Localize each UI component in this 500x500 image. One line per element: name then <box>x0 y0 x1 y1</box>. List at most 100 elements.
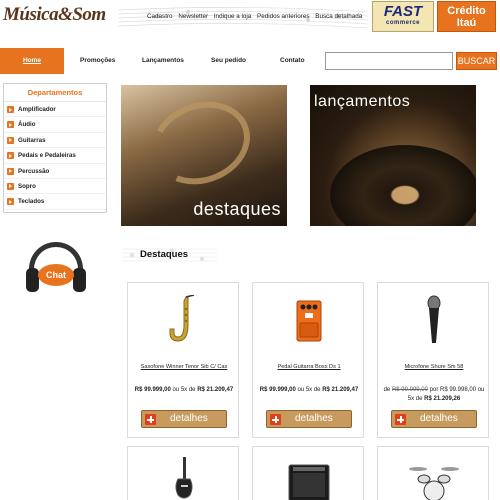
music-staff-decoration <box>118 7 368 29</box>
fast-badge-subtitle: commerce <box>385 20 421 26</box>
sidebar-item-audio[interactable]: Áudio <box>4 117 106 133</box>
search-input[interactable] <box>325 52 453 70</box>
banner-lancamentos-label: lançamentos <box>314 93 411 110</box>
nav-promocoes[interactable]: Promoções <box>80 48 115 74</box>
product-image[interactable] <box>378 463 490 500</box>
arrow-right-icon <box>7 198 14 206</box>
product-image[interactable] <box>253 295 365 345</box>
product-installments-text: ou <box>477 387 485 393</box>
fast-badge-title: FAST <box>383 3 423 20</box>
sidebar-item-guitarras[interactable]: Guitarras <box>4 133 106 149</box>
sidebar-title: Departamentos <box>4 84 106 102</box>
nav-lancamentos[interactable]: Lançamentos <box>142 48 184 74</box>
product-installments-text: ou 5x de <box>297 387 321 393</box>
product-price-value: R$ 99.999,00 <box>259 387 296 393</box>
product-price-value: R$ 99.999,00 <box>134 387 171 393</box>
sidebar-item-label: Áudio <box>18 121 36 129</box>
details-button[interactable]: detalhes <box>266 410 352 428</box>
link-cadastro[interactable]: Cadastro <box>147 13 173 20</box>
arrow-right-icon <box>7 152 14 160</box>
logo[interactable]: Música&Som <box>3 4 111 30</box>
drum-kit-icon <box>409 467 459 500</box>
product-image[interactable] <box>128 295 240 347</box>
product-card <box>377 446 489 500</box>
arrow-right-icon <box>7 106 14 113</box>
sidebar-item-percussao[interactable]: Percussão <box>4 164 106 179</box>
chat-widget[interactable]: Chat <box>25 240 87 298</box>
vinyl-record-illustration <box>330 145 476 226</box>
product-card: Microfone Shure Sm 58 de R$ 99.999,00 po… <box>377 282 489 438</box>
saxophone-illustration <box>140 88 262 198</box>
sidebar-item-label: Pedais e Pedaleiras <box>18 152 76 160</box>
product-price-prefix: de <box>383 387 391 393</box>
product-name-link[interactable]: Microfone Shure Sm 58 <box>378 364 490 370</box>
product-installment-value: R$ 21.209,47 <box>322 387 359 393</box>
product-image[interactable] <box>378 295 490 347</box>
sidebar-item-pedais[interactable]: Pedais e Pedaleiras <box>4 148 106 164</box>
product-price: de R$ 99.999,00 por R$ 99.998,00 ou 5x d… <box>382 386 486 404</box>
search-button[interactable]: BUSCAR <box>456 52 497 70</box>
headphone-ear-right <box>73 268 86 292</box>
nav-contato[interactable]: Contato <box>280 48 305 74</box>
headphone-ear-left <box>26 268 39 292</box>
product-price-mid: por <box>429 387 439 393</box>
itau-badge-line2: Itaú <box>456 17 477 29</box>
product-installments-count: 5x de <box>407 396 423 402</box>
main-nav: Home Promoções Lançamentos Seu pedido Co… <box>0 48 500 75</box>
sidebar-item-label: Guitarras <box>18 136 46 144</box>
chat-label: Chat <box>38 264 74 286</box>
arrow-right-icon <box>7 182 14 190</box>
details-button[interactable]: detalhes <box>391 410 477 428</box>
plus-icon <box>145 414 156 425</box>
sidebar-item-teclados[interactable]: Teclados <box>4 194 106 210</box>
product-price: R$ 99.999,00 ou 5x de R$ 21.209,47 <box>132 386 236 395</box>
link-busca-detalhada[interactable]: Busca detalhada <box>315 13 362 20</box>
plus-icon <box>270 414 281 425</box>
top-links: Cadastro Newsletter Indique a loja Pedid… <box>147 13 366 20</box>
itau-badge-line1: Crédito <box>447 5 486 17</box>
sidebar-item-sopro[interactable]: Sopro <box>4 179 106 195</box>
product-image[interactable] <box>253 463 365 500</box>
sidebar-item-label: Teclados <box>18 198 45 206</box>
product-card <box>127 446 239 500</box>
sidebar-item-amplificador[interactable]: Amplificador <box>4 102 106 118</box>
nav-seu-pedido[interactable]: Seu pedido <box>211 48 246 74</box>
product-price-value: R$ 99.998,00 <box>440 387 477 393</box>
details-button-label: detalhes <box>420 413 458 424</box>
fast-commerce-badge[interactable]: FAST commerce <box>372 1 434 32</box>
product-image[interactable] <box>128 457 240 500</box>
sidebar-item-label: Amplificador <box>18 106 56 113</box>
product-old-price: R$ 99.999,00 <box>391 387 428 393</box>
credito-itau-badge[interactable]: Crédito Itaú <box>437 1 496 32</box>
details-button-label: detalhes <box>170 413 208 424</box>
product-name-link[interactable]: Pedal Guitarra Boss Ds 1 <box>253 364 365 370</box>
microphone-icon <box>427 295 441 343</box>
link-indique-a-loja[interactable]: Indique a loja <box>214 13 251 20</box>
product-card: Pedal Guitarra Boss Ds 1 R$ 99.999,00 ou… <box>252 282 364 438</box>
product-card: Saxofone Winner Tenor Sib C/ Cas R$ 99.9… <box>127 282 239 438</box>
link-newsletter[interactable]: Newsletter <box>178 13 208 20</box>
guitar-pedal-icon <box>296 300 322 342</box>
sidebar-item-label: Percussão <box>18 167 50 175</box>
arrow-right-icon <box>7 121 14 129</box>
banner-destaques[interactable]: destaques <box>121 85 287 226</box>
banner-destaques-label: destaques <box>193 199 281 219</box>
arrow-right-icon <box>7 167 14 175</box>
product-price: R$ 99.999,00 ou 5x de R$ 21.209,47 <box>257 386 361 395</box>
section-title-destaques: Destaques <box>140 249 189 260</box>
saxophone-icon <box>169 295 195 342</box>
product-name-link[interactable]: Saxofone Winner Tenor Sib C/ Cas <box>128 364 240 370</box>
banner-lancamentos[interactable]: lançamentos <box>310 85 476 226</box>
link-pedidos-anteriores[interactable]: Pedidos anteriores <box>257 13 310 20</box>
product-installments-text: ou 5x de <box>172 387 196 393</box>
electric-guitar-icon <box>175 457 193 499</box>
product-card <box>252 446 364 500</box>
department-list: Amplificador Áudio Guitarras Pedais e Pe… <box>4 102 106 210</box>
sidebar-item-label: Sopro <box>18 182 36 190</box>
nav-home[interactable]: Home <box>0 48 64 74</box>
details-button[interactable]: detalhes <box>141 410 227 428</box>
amplifier-icon <box>288 464 330 500</box>
departments-sidebar: Departamentos Amplificador Áudio Guitarr… <box>3 83 107 213</box>
page: Música&Som Cadastro Newsletter Indique a… <box>0 0 500 500</box>
details-button-label: detalhes <box>295 413 333 424</box>
